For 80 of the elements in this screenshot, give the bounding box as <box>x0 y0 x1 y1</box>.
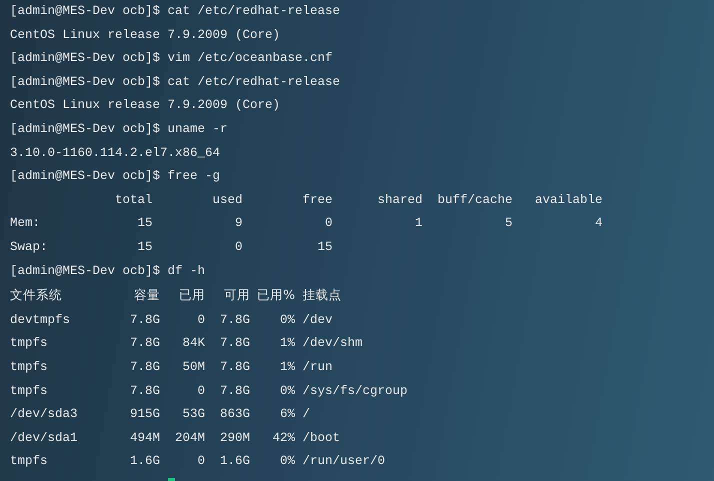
column-header: buff/cache <box>437 192 512 207</box>
table-cell: /dev <box>302 312 333 327</box>
column-header: free <box>302 192 332 207</box>
table-cell: 0% <box>280 454 296 468</box>
table-cell: 0 <box>234 240 242 254</box>
table-cell: 4 <box>594 216 602 230</box>
column-header: 文件系统 <box>10 287 62 302</box>
table-cell: 7.8G <box>220 384 250 398</box>
table-cell: 7.8G <box>130 384 160 398</box>
column-header: 挂载点 <box>302 287 342 302</box>
table-cell: 50M <box>182 360 206 374</box>
table-cell: tmpfs <box>10 454 48 468</box>
prompt-text: [admin@MES-Dev ocb]$ <box>10 74 160 91</box>
table-cell: /dev/sda1 <box>10 430 78 445</box>
table-cell: 290M <box>220 430 250 445</box>
table-cell: 204M <box>175 430 206 445</box>
table-cell: tmpfs <box>10 384 48 398</box>
table-cell: 1% <box>280 336 296 350</box>
command-text: cat /etc/redhat-release <box>168 74 340 91</box>
table-cell: 0% <box>280 384 296 398</box>
command-text: uname -r <box>168 120 228 138</box>
table-cell: 0 <box>198 312 206 327</box>
table-cell: 7.8G <box>220 336 250 350</box>
row-label: Mem: <box>10 216 40 230</box>
prompt-text: [admin@MES-Dev ocb]$ <box>10 120 160 138</box>
table-cell: 863G <box>220 407 250 422</box>
table-cell: 0% <box>280 312 296 327</box>
table-cell: 53G <box>182 407 206 422</box>
table-cell: 1 <box>414 216 422 230</box>
table-cell: tmpfs <box>10 360 48 374</box>
prompt-text: [admin@MES-Dev ocb]$ <box>10 262 160 280</box>
table-cell: 1% <box>280 360 296 374</box>
table-cell: 0 <box>198 454 206 468</box>
table-cell: 7.8G <box>130 312 160 327</box>
prompt-text: [admin@MES-Dev ocb]$ <box>10 50 160 68</box>
command-text: cat /etc/redhat-release <box>168 3 340 20</box>
table-cell: /run/user/0 <box>302 454 386 468</box>
command-text: free -g <box>168 168 220 186</box>
table-cell: /run <box>302 360 333 374</box>
table-cell: 5 <box>504 216 512 230</box>
table-cell: 0 <box>324 216 332 230</box>
table-cell: 1.6G <box>130 454 160 468</box>
table-cell: tmpfs <box>10 336 48 350</box>
table-cell: 915G <box>130 407 160 422</box>
table-cell: 7.8G <box>130 336 160 350</box>
table-cell: 1.6G <box>220 454 250 468</box>
table-cell: 7.8G <box>220 360 250 374</box>
column-header: 已用 <box>179 287 206 302</box>
table-cell: 7.8G <box>220 312 250 327</box>
column-header: available <box>534 192 602 207</box>
prompt-text: [admin@MES-Dev ocb]$ <box>10 3 160 20</box>
table-cell: / <box>302 407 310 422</box>
command-text: vim /etc/oceanbase.cnf <box>168 50 333 68</box>
table-cell: /sys/fs/cgroup <box>302 384 408 398</box>
output-text: 3.10.0-1160.114.2.el7.x86_64 <box>10 144 220 162</box>
prompt-text: [admin@MES-Dev ocb]$ <box>10 168 160 186</box>
table-cell: 494M <box>130 430 160 445</box>
table-cell: /boot <box>302 430 340 445</box>
column-header: shared <box>377 192 422 207</box>
table-cell: 9 <box>234 216 242 230</box>
table-cell: 42% <box>272 430 296 445</box>
column-header: 已用% <box>257 287 296 302</box>
row-label: Swap: <box>10 240 48 254</box>
table-cell: 15 <box>137 216 152 230</box>
table-cell: 84K <box>182 336 206 350</box>
table-cell: /dev/sda3 <box>10 407 78 422</box>
table-cell: 15 <box>137 240 152 254</box>
table-cell: 0 <box>198 384 206 398</box>
table-cell: 15 <box>317 240 332 254</box>
output-text: CentOS Linux release 7.9.2009 (Core) <box>10 26 280 44</box>
column-header: total <box>114 192 152 207</box>
output-text: CentOS Linux release 7.9.2009 (Core) <box>10 97 280 114</box>
table-cell: 7.8G <box>130 360 160 374</box>
table-cell: devtmpfs <box>10 312 70 327</box>
table-cell: 6% <box>280 407 296 422</box>
column-header: 可用 <box>224 287 250 302</box>
command-text: df -h <box>168 262 206 280</box>
table-cell: /dev/shm <box>302 336 363 350</box>
column-header: 容量 <box>134 287 160 302</box>
column-header: used <box>212 192 242 207</box>
